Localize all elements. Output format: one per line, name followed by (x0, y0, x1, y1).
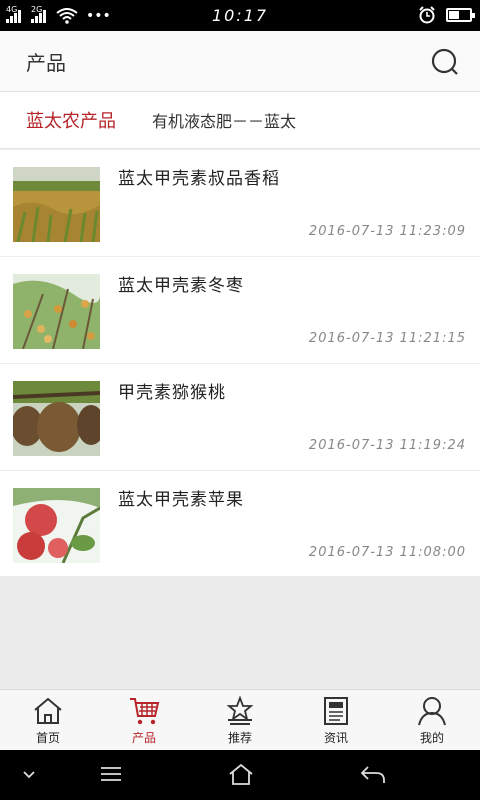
alarm-icon (419, 6, 435, 24)
nav-products[interactable]: 产品 (96, 690, 192, 750)
wifi-icon (56, 7, 78, 24)
app-header: 产品 (0, 31, 480, 92)
item-title: 蓝太甲壳素苹果 (118, 490, 244, 510)
category-name[interactable]: 蓝太农产品 (26, 107, 116, 133)
list-item[interactable]: 蓝太甲壳素苹果 2016-07-13 11:08:00 (0, 471, 480, 576)
nav-mine[interactable]: 我的 (384, 690, 480, 750)
status-bar: 4G 2G ••• 10:17 (0, 0, 480, 31)
category-subtitle: 有机液态肥－－蓝太 (152, 112, 297, 131)
battery-icon (446, 8, 475, 22)
rice-field-thumbnail (13, 167, 100, 242)
jujube-tree-thumbnail (13, 274, 100, 349)
item-title: 甲壳素猕猴桃 (118, 383, 226, 403)
item-title: 蓝太甲壳素叔品香稻 (118, 169, 280, 189)
item-time: 2016-07-13 11:21:15 (308, 331, 466, 346)
bottom-nav: 首页 产品 推荐 资讯 我的 (0, 689, 480, 750)
home-icon (34, 697, 62, 724)
list-item[interactable]: 甲壳素猕猴桃 2016-07-13 11:19:24 (0, 364, 480, 471)
system-nav-bar (0, 750, 480, 800)
nav-news[interactable]: 资讯 (288, 690, 384, 750)
nav-label: 我的 (419, 731, 444, 745)
apples-thumbnail (13, 488, 100, 563)
kiwi-fruit-thumbnail (13, 381, 100, 456)
nav-label: 首页 (35, 731, 60, 745)
menu-icon[interactable] (99, 764, 123, 784)
nav-label: 产品 (131, 731, 156, 745)
category-bar: 蓝太农产品 有机液态肥－－蓝太 (0, 92, 480, 149)
chevron-down-icon[interactable] (22, 770, 36, 780)
item-time: 2016-07-13 11:23:09 (308, 224, 466, 239)
user-icon (418, 697, 446, 726)
signal-icon: 4G (6, 5, 21, 23)
nav-label: 推荐 (227, 731, 252, 745)
page-title: 产品 (26, 50, 66, 75)
item-time: 2016-07-13 11:08:00 (308, 545, 466, 560)
back-icon[interactable] (360, 764, 386, 786)
cart-icon (130, 698, 160, 725)
nav-recommend[interactable]: 推荐 (192, 690, 288, 750)
network-type-label: 4G (6, 4, 18, 14)
more-dots: ••• (86, 7, 111, 24)
nav-label: 资讯 (323, 731, 348, 745)
product-list: 蓝太甲壳素叔品香稻 2016-07-13 11:23:09 蓝太甲壳素冬枣 20… (0, 150, 480, 576)
star-icon (226, 696, 254, 725)
item-title: 蓝太甲壳素冬枣 (118, 276, 244, 296)
news-icon (324, 697, 348, 725)
nav-home[interactable]: 首页 (0, 690, 96, 750)
network-type-label-2: 2G (31, 4, 43, 14)
search-icon[interactable] (430, 47, 460, 77)
signal-icon-2: 2G (31, 5, 46, 23)
list-item[interactable]: 蓝太甲壳素冬枣 2016-07-13 11:21:15 (0, 257, 480, 364)
home-button-icon[interactable] (228, 762, 254, 786)
list-item[interactable]: 蓝太甲壳素叔品香稻 2016-07-13 11:23:09 (0, 150, 480, 257)
item-time: 2016-07-13 11:19:24 (308, 438, 466, 453)
